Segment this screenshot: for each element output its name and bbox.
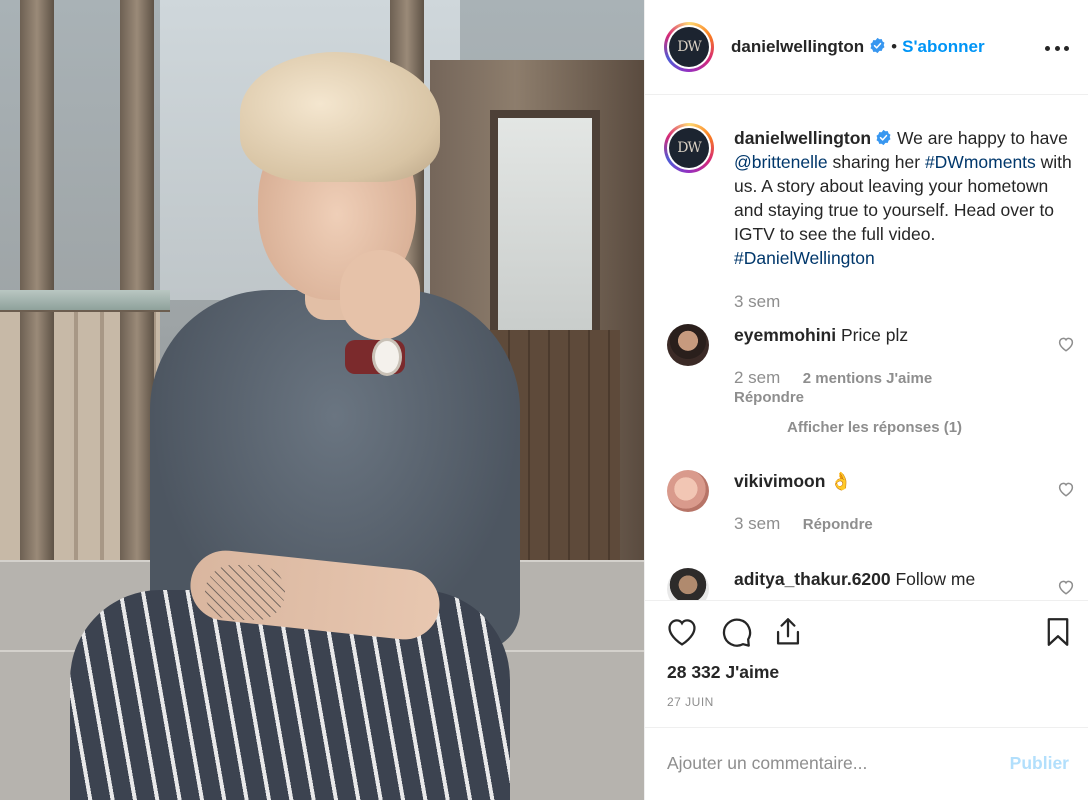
comment-reply-button[interactable]: Répondre <box>803 516 873 533</box>
photo-window <box>490 110 600 340</box>
comment-body: Price plz <box>836 325 909 345</box>
publish-button[interactable]: Publier <box>1010 753 1069 774</box>
photo-tattoo <box>205 565 285 620</box>
comments-list[interactable]: DW danielwellington We are happy to have… <box>645 96 1088 600</box>
post-header: DW danielwellington • S'abonner <box>645 0 1088 95</box>
like-heart-icon[interactable] <box>665 615 699 649</box>
caption-author-avatar[interactable]: DW <box>664 123 714 173</box>
comment-body: Follow me <box>890 569 976 589</box>
follow-button[interactable]: S'abonner <box>902 37 984 56</box>
post-date[interactable]: 27 JUIN <box>667 695 714 709</box>
photo-watch-face <box>372 338 402 376</box>
comment-bubble-icon[interactable] <box>719 615 753 649</box>
like-count[interactable]: 28 332 J'aime <box>667 662 779 683</box>
comment-like-heart-icon[interactable] <box>1057 335 1075 353</box>
comment-text: vikivimoon 👌 <box>734 471 852 492</box>
photo-post <box>120 0 154 640</box>
photo-plank <box>0 290 170 312</box>
comment-body: 👌 <box>825 471 853 491</box>
more-options-icon[interactable] <box>1045 36 1069 60</box>
post-caption: danielwellington We are happy to have @b… <box>734 126 1079 270</box>
comment-like-heart-icon[interactable] <box>1057 480 1075 498</box>
comment-username[interactable]: vikivimoon <box>734 471 825 491</box>
header-author-line: danielwellington • S'abonner <box>731 37 985 57</box>
comment-username[interactable]: aditya_thakur.6200 <box>734 569 891 589</box>
commenter-avatar[interactable] <box>667 324 709 366</box>
verified-badge-icon <box>870 37 885 54</box>
comment-meta: 2 sem 2 mentions J'aime <box>734 368 932 388</box>
comment-meta: 3 sem Répondre <box>734 514 873 534</box>
caption-username[interactable]: danielwellington <box>734 128 871 148</box>
comment-reply-button[interactable]: Répondre <box>734 389 804 406</box>
caption-timestamp[interactable]: 3 sem <box>734 292 780 312</box>
comment-text: aditya_thakur.6200 Follow me <box>734 569 975 590</box>
author-username[interactable]: danielwellington <box>731 37 864 56</box>
share-icon[interactable] <box>771 615 805 649</box>
photo-person-hand <box>340 250 420 340</box>
photo-person-hair <box>240 52 440 182</box>
comment-username[interactable]: eyemmohini <box>734 325 836 345</box>
comment-text: eyemmohini Price plz <box>734 325 908 346</box>
commenter-avatar[interactable] <box>667 470 709 512</box>
author-avatar[interactable]: DW <box>664 22 714 72</box>
avatar-logo-text: DW <box>669 128 709 168</box>
caption-mention-link[interactable]: @brittenelle <box>734 152 828 172</box>
add-comment-bar: Ajouter un commentaire... Publier <box>645 727 1088 800</box>
view-replies-button[interactable]: Afficher les réponses (1) <box>787 419 962 436</box>
comment-like-heart-icon[interactable] <box>1057 578 1075 596</box>
caption-hashtag-link[interactable]: #DanielWellington <box>734 248 875 268</box>
commenter-avatar[interactable] <box>667 568 709 600</box>
caption-text-part: sharing her <box>827 152 925 172</box>
post-photo[interactable] <box>0 0 644 800</box>
avatar-logo-text: DW <box>669 27 709 67</box>
comment-likes-count[interactable]: 2 mentions J'aime <box>803 370 932 387</box>
caption-text-part: We are happy to have <box>892 128 1068 148</box>
caption-hashtag-link[interactable]: #DWmoments <box>925 152 1036 172</box>
header-separator: • <box>891 37 898 56</box>
post-side-panel: DW danielwellington • S'abonner DW danielw… <box>644 0 1088 800</box>
photo-post <box>20 0 54 640</box>
comment-timestamp[interactable]: 3 sem <box>734 514 780 533</box>
save-bookmark-icon[interactable] <box>1041 615 1075 649</box>
comment-timestamp[interactable]: 2 sem <box>734 368 780 387</box>
comment-input[interactable]: Ajouter un commentaire... <box>667 753 867 774</box>
verified-badge-icon <box>876 129 891 146</box>
post-actions: 28 332 J'aime 27 JUIN <box>645 600 1088 727</box>
